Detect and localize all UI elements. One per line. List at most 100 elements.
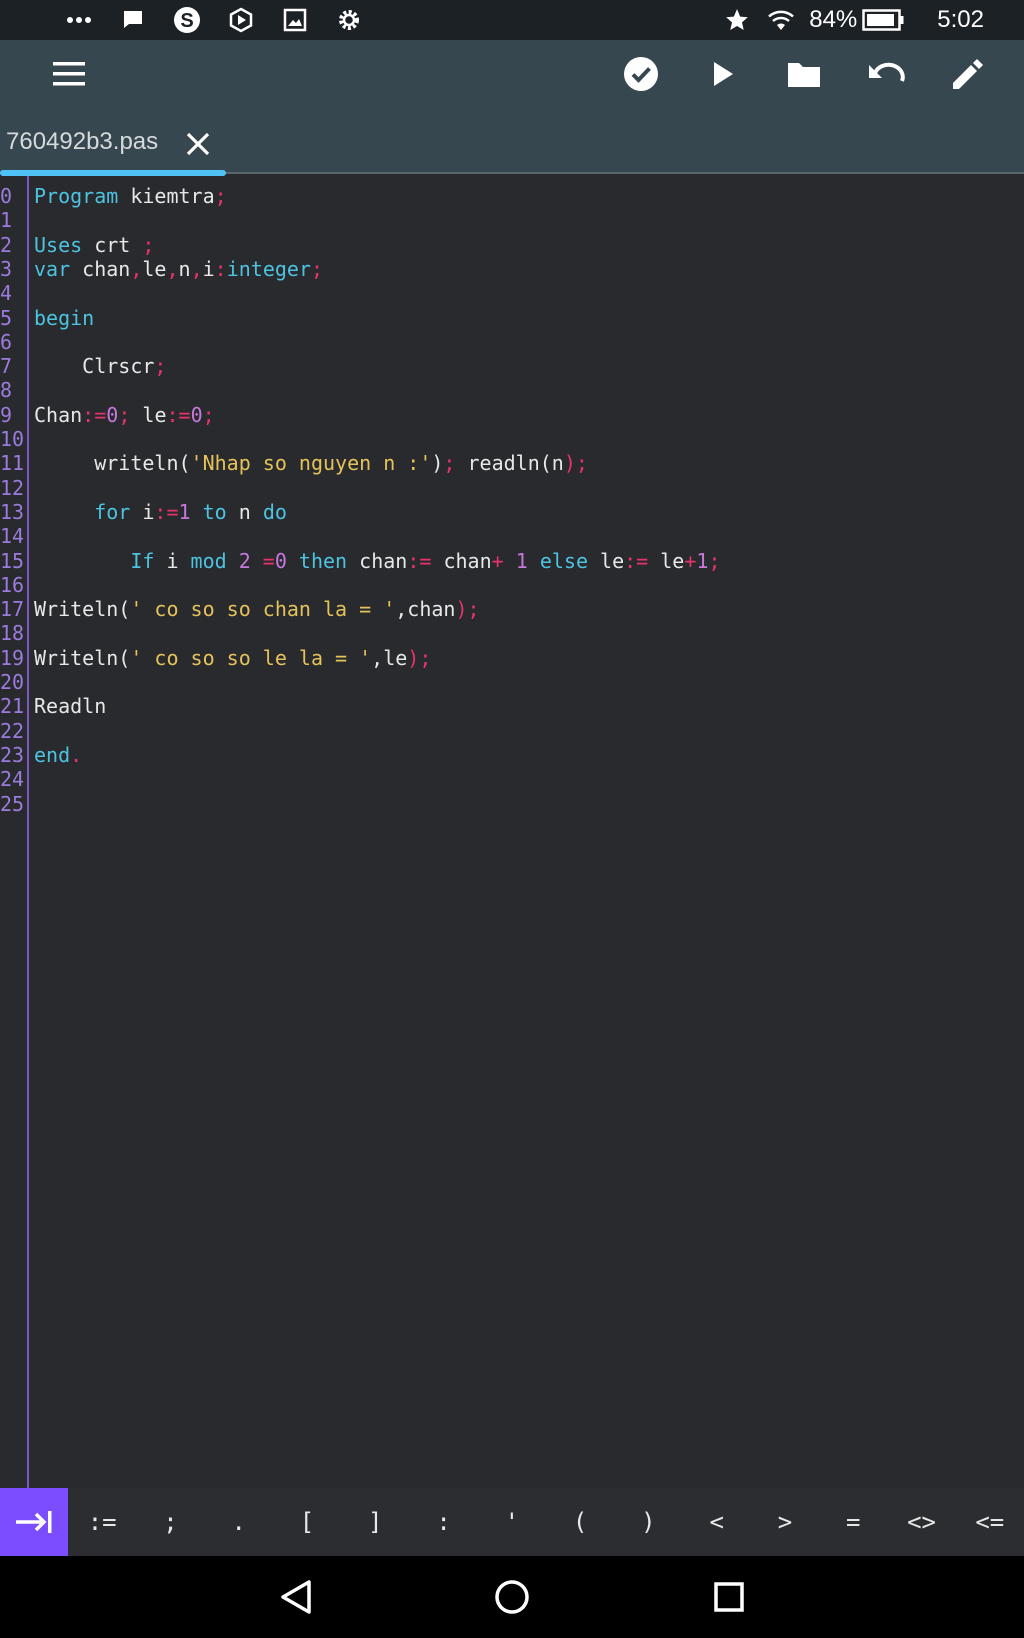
code-line[interactable]: 10 (0, 427, 1024, 451)
tab-key-button[interactable] (0, 1488, 68, 1556)
code-line[interactable]: 6 (0, 330, 1024, 354)
symbol-key-button[interactable]: = (819, 1488, 887, 1556)
code-line[interactable]: 15 If i mod 2 =0 then chan:= chan+ 1 els… (0, 549, 1024, 573)
status-bar: S 84% 5:02 (0, 0, 1024, 40)
line-number: 25 (0, 791, 25, 816)
code-token: integer (226, 256, 312, 281)
line-number: 1 (0, 208, 13, 233)
symbol-key-button[interactable]: ] (341, 1488, 409, 1556)
code-text: Uses crt ; (34, 233, 154, 257)
code-token: . (70, 742, 83, 767)
code-line[interactable]: 18 (0, 621, 1024, 645)
code-token: + (684, 548, 697, 573)
home-button[interactable] (484, 1569, 540, 1625)
code-line[interactable]: 9 Chan:=0; le:=0; (0, 403, 1024, 427)
symbol-key-button[interactable]: ; (136, 1488, 204, 1556)
code-token: i (202, 256, 215, 281)
code-line[interactable]: 23 end. (0, 743, 1024, 767)
code-line[interactable]: 16 (0, 573, 1024, 597)
code-token: ; (467, 597, 480, 622)
code-token: := (82, 402, 107, 427)
recents-button[interactable] (701, 1569, 757, 1625)
code-line[interactable]: 20 (0, 670, 1024, 694)
skype-icon: S (160, 0, 214, 40)
code-text: end. (34, 743, 82, 767)
code-text: If i mod 2 =0 then chan:= chan+ 1 else l… (34, 549, 720, 573)
code-token: ; (154, 354, 167, 379)
code-token: ,chan (395, 597, 456, 622)
code-line[interactable]: 2 Uses crt ; (0, 233, 1024, 257)
code-line[interactable]: 13 for i:=1 to n do (0, 500, 1024, 524)
code-line[interactable]: 12 (0, 476, 1024, 500)
symbol-key-button[interactable]: > (751, 1488, 819, 1556)
edit-icon (953, 59, 983, 89)
symbol-key-button[interactable]: . (205, 1488, 273, 1556)
code-token: chan (347, 548, 408, 573)
code-token: 2 (226, 548, 263, 573)
code-line[interactable]: 19 Writeln(' co so so le la = ',le); (0, 646, 1024, 670)
home-icon (495, 1580, 529, 1614)
back-icon (281, 1580, 311, 1614)
svg-text:S: S (180, 10, 193, 32)
symbol-key-button[interactable]: < (683, 1488, 751, 1556)
code-token: ' co so so chan la = ' (130, 597, 396, 622)
line-number: 13 (0, 499, 25, 524)
code-token: do (262, 499, 287, 524)
symbol-key-button[interactable]: ( (546, 1488, 614, 1556)
code-line[interactable]: 22 (0, 719, 1024, 743)
code-token: ; (443, 451, 456, 476)
undo-icon (869, 62, 905, 82)
symbol-key-button[interactable]: := (68, 1488, 136, 1556)
back-button[interactable] (268, 1569, 324, 1625)
symbol-key-button[interactable]: ) (614, 1488, 682, 1556)
symbol-key-button[interactable]: ' (478, 1488, 546, 1556)
code-line[interactable]: 4 (0, 281, 1024, 305)
symbol-key-button[interactable]: [ (273, 1488, 341, 1556)
code-line[interactable]: 17 Writeln(' co so so chan la = ',chan); (0, 597, 1024, 621)
code-token: ' co so so le la = ' (130, 645, 372, 670)
code-token: 0 (190, 402, 203, 427)
edit-button[interactable] (936, 42, 1000, 106)
image-icon (268, 0, 322, 40)
system-icons: 84% 5:02 (715, 0, 1024, 40)
open-folder-button[interactable] (772, 42, 836, 106)
folder-icon (788, 63, 820, 87)
code-line[interactable]: 24 (0, 767, 1024, 791)
code-token: := (154, 499, 179, 524)
code-editor[interactable]: 0 Program kiemtra; 1 2 Uses crt ; 3 var chan,l… (0, 176, 1024, 1488)
code-line[interactable]: 25 (0, 792, 1024, 816)
line-number: 5 (0, 305, 13, 330)
run-button[interactable] (691, 42, 755, 106)
code-text: var chan,le,n,i:integer; (34, 257, 323, 281)
line-number: 16 (0, 572, 25, 597)
code-line[interactable]: 8 (0, 378, 1024, 402)
code-line[interactable]: 14 (0, 524, 1024, 548)
notification-icons: S (52, 0, 376, 40)
code-token: le (142, 256, 167, 281)
menu-button[interactable] (37, 42, 101, 106)
symbol-key-button[interactable]: <> (887, 1488, 955, 1556)
code-line[interactable]: 1 (0, 208, 1024, 232)
code-text: Program kiemtra; (34, 184, 227, 208)
line-number: 0 (0, 184, 13, 208)
symbol-key-button[interactable]: : (409, 1488, 477, 1556)
line-number: 19 (0, 645, 25, 670)
code-line[interactable]: 3 var chan,le,n,i:integer; (0, 257, 1024, 281)
undo-button[interactable] (854, 42, 918, 106)
code-line[interactable]: 11 writeln('Nhap so nguyen n :'); readln… (0, 451, 1024, 475)
code-token: for (34, 499, 131, 524)
compile-button[interactable] (609, 42, 673, 106)
code-token: ) (407, 645, 420, 670)
code-text: for i:=1 to n do (34, 500, 287, 524)
symbol-key-button[interactable]: <= (956, 1488, 1024, 1556)
code-line[interactable]: 0 Program kiemtra; (0, 184, 1024, 208)
recents-icon (714, 1582, 744, 1612)
code-line[interactable]: 7 Clrscr; (0, 354, 1024, 378)
tab-file[interactable]: 760492b3.pas (0, 110, 226, 176)
code-line[interactable]: 21 Readln (0, 694, 1024, 718)
close-icon (186, 132, 210, 156)
close-tab-button[interactable] (178, 126, 218, 162)
code-token: ; (419, 645, 432, 670)
code-token: n (551, 451, 564, 476)
code-line[interactable]: 5 begin (0, 306, 1024, 330)
